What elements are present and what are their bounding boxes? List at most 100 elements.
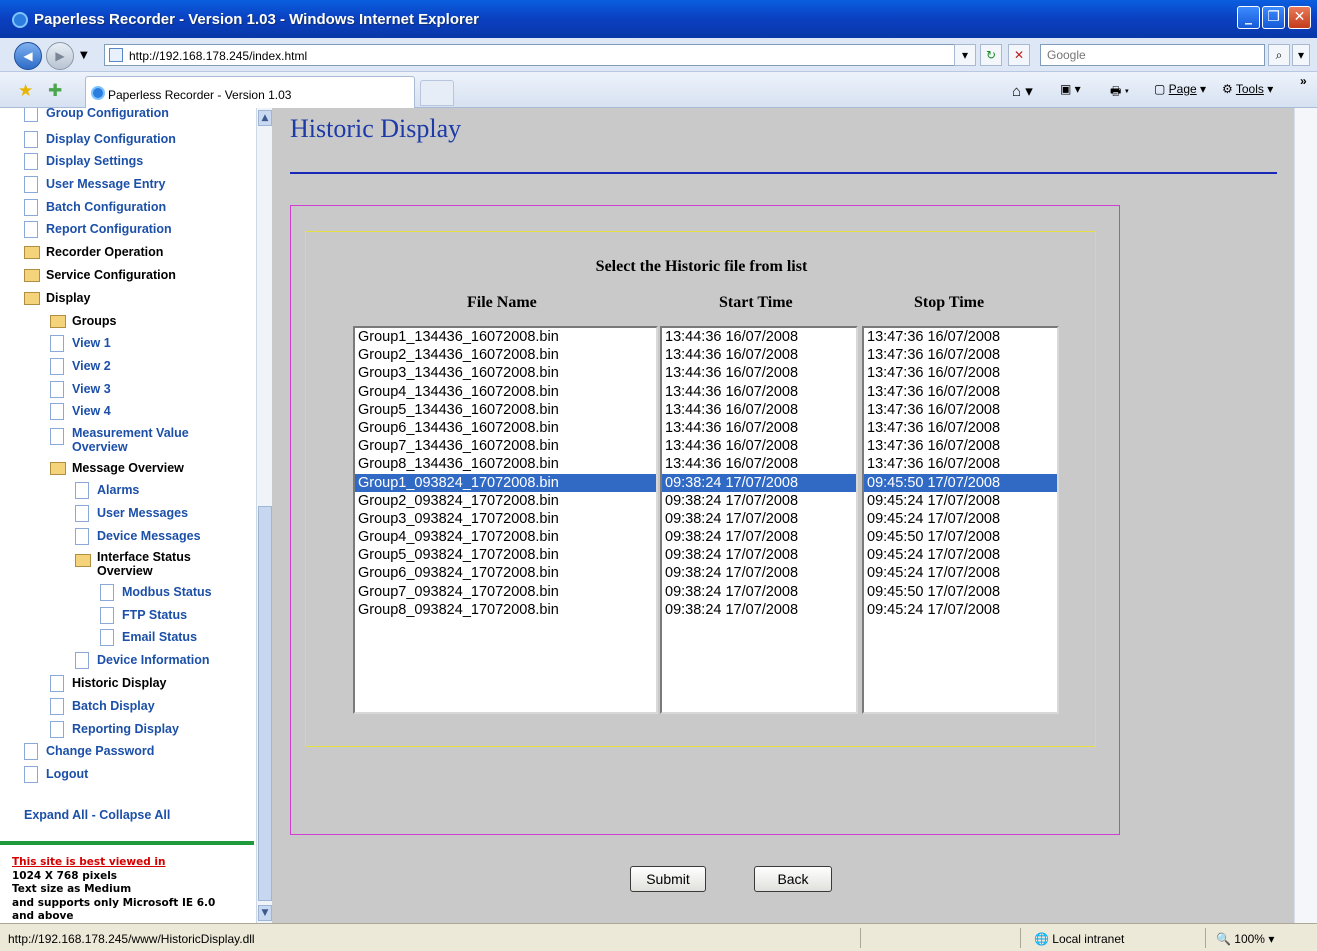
close-window-button[interactable]: ✕ [1288, 6, 1311, 29]
start-time-option[interactable]: 09:38:24 17/07/2008 [662, 510, 856, 528]
form-outer-frame: Select the Historic file from list File … [290, 205, 1120, 892]
start-time-option[interactable]: 13:44:36 16/07/2008 [662, 346, 856, 364]
maximize-button[interactable]: ❐ [1262, 6, 1285, 29]
nav-tree: Group Configuration Display Configuratio… [0, 108, 256, 923]
content-scrollbar[interactable] [1294, 108, 1317, 923]
start-time-option[interactable]: 13:44:36 16/07/2008 [662, 383, 856, 401]
file-option[interactable]: Group5_134436_16072008.bin [355, 401, 656, 419]
home-icon[interactable]: ⌂ ▾ [1012, 82, 1033, 100]
start-time-listbox[interactable]: 13:44:36 16/07/2008 13:44:36 16/07/2008 13… [660, 326, 858, 714]
tools-menu[interactable]: ⚙ Tools ▾ [1222, 82, 1273, 96]
document-icon [50, 721, 64, 738]
stop-time-option[interactable]: 09:45:24 17/07/2008 [864, 492, 1057, 510]
favorites-star-icon[interactable]: ★ [18, 81, 33, 101]
document-icon [50, 428, 64, 445]
file-option[interactable]: Group3_134436_16072008.bin [355, 364, 656, 382]
feeds-icon[interactable]: ▣ ▾ [1060, 82, 1081, 96]
start-time-option[interactable]: 13:44:36 16/07/2008 [662, 401, 856, 419]
chevron-more-icon[interactable]: » [1300, 74, 1307, 88]
expand-collapse-links[interactable]: Expand All - Collapse All [24, 808, 170, 822]
file-option[interactable]: Group7_134436_16072008.bin [355, 437, 656, 455]
file-name-listbox[interactable]: Group1_134436_16072008.bin Group2_134436_… [353, 326, 658, 714]
scroll-up-icon[interactable]: ▲ [258, 110, 272, 126]
file-option[interactable]: Group4_093824_17072008.bin [355, 528, 656, 546]
start-time-option[interactable]: 09:38:24 17/07/2008 [662, 601, 856, 619]
new-tab-button[interactable] [420, 80, 454, 106]
start-time-option[interactable]: 13:44:36 16/07/2008 [662, 419, 856, 437]
file-option[interactable]: Group7_093824_17072008.bin [355, 583, 656, 601]
stop-time-option[interactable]: 13:47:36 16/07/2008 [864, 401, 1057, 419]
stop-time-option[interactable]: 13:47:36 16/07/2008 [864, 455, 1057, 473]
status-separator [860, 928, 861, 948]
address-dropdown-icon[interactable]: ▾ [954, 44, 976, 66]
tree-item-label: Recorder Operation [46, 245, 164, 259]
file-option[interactable]: Group1_134436_16072008.bin [355, 328, 656, 346]
tree-item-measurement-overview[interactable]: Measurement Value Overview [50, 426, 210, 456]
start-time-option[interactable]: 13:44:36 16/07/2008 [662, 364, 856, 382]
page-menu[interactable]: ▢ Page ▾ [1154, 82, 1206, 96]
minimize-button[interactable]: _ [1237, 6, 1260, 29]
tree-item-interface-status[interactable]: Interface Status Overview [75, 550, 225, 580]
sidebar-scrollbar[interactable]: ▲ ▼ [256, 108, 272, 923]
start-time-option[interactable]: 09:38:24 17/07/2008 [662, 473, 856, 492]
stop-time-option[interactable]: 09:45:24 17/07/2008 [864, 546, 1057, 564]
forward-nav-button[interactable]: ▶ [46, 42, 74, 70]
tree-item-label: User Messages [97, 506, 189, 520]
back-nav-button[interactable]: ◀ [14, 42, 42, 70]
stop-time-option[interactable]: 13:47:36 16/07/2008 [864, 328, 1057, 346]
add-favorites-icon[interactable]: ✚ [48, 81, 62, 101]
file-option[interactable]: Group8_093824_17072008.bin [355, 601, 656, 619]
stop-time-option[interactable]: 13:47:36 16/07/2008 [864, 419, 1057, 437]
tab-active[interactable]: Paperless Recorder - Version 1.03 [85, 76, 415, 108]
start-time-option[interactable]: 09:38:24 17/07/2008 [662, 564, 856, 582]
document-icon [24, 766, 38, 783]
stop-time-option[interactable]: 13:47:36 16/07/2008 [864, 346, 1057, 364]
history-dropdown-icon[interactable]: ▼ [80, 50, 88, 61]
search-input[interactable] [1041, 45, 1264, 65]
stop-time-option[interactable]: 09:45:24 17/07/2008 [864, 564, 1057, 582]
stop-time-option[interactable]: 13:47:36 16/07/2008 [864, 437, 1057, 455]
file-option[interactable]: Group4_134436_16072008.bin [355, 383, 656, 401]
stop-time-option[interactable]: 13:47:36 16/07/2008 [864, 383, 1057, 401]
file-option[interactable]: Group1_093824_17072008.bin [355, 473, 656, 492]
start-time-option[interactable]: 13:44:36 16/07/2008 [662, 437, 856, 455]
tab-ie-icon [91, 86, 105, 100]
start-time-option[interactable]: 09:38:24 17/07/2008 [662, 528, 856, 546]
search-box[interactable] [1040, 44, 1265, 66]
stop-time-listbox[interactable]: 13:47:36 16/07/2008 13:47:36 16/07/2008 13… [862, 326, 1059, 714]
search-options-icon[interactable]: ▾ [1292, 44, 1310, 66]
address-bar[interactable]: http://192.168.178.245/index.html [104, 44, 974, 66]
file-option[interactable]: Group8_134436_16072008.bin [355, 455, 656, 473]
stop-time-option[interactable]: 09:45:24 17/07/2008 [864, 510, 1057, 528]
file-option[interactable]: Group2_093824_17072008.bin [355, 492, 656, 510]
start-time-option[interactable]: 09:38:24 17/07/2008 [662, 546, 856, 564]
print-icon[interactable]: 🖶 ▾ [1110, 82, 1129, 103]
zoom-control[interactable]: 🔍 100% ▾ [1216, 932, 1274, 946]
file-option[interactable]: Group2_134436_16072008.bin [355, 346, 656, 364]
start-time-option[interactable]: 09:38:24 17/07/2008 [662, 492, 856, 510]
note-link[interactable]: This site is best viewed in [12, 856, 215, 870]
scroll-down-icon[interactable]: ▼ [258, 905, 272, 921]
start-time-option[interactable]: 09:38:24 17/07/2008 [662, 583, 856, 601]
start-time-option[interactable]: 13:44:36 16/07/2008 [662, 328, 856, 346]
stop-time-option[interactable]: 09:45:24 17/07/2008 [864, 601, 1057, 619]
back-button[interactable]: Back [754, 866, 832, 892]
file-option[interactable]: Group6_134436_16072008.bin [355, 419, 656, 437]
file-option[interactable]: Group6_093824_17072008.bin [355, 564, 656, 582]
stop-icon[interactable]: ✕ [1008, 44, 1030, 66]
tree-item-label: Device Information [97, 653, 210, 667]
stop-time-option[interactable]: 09:45:50 17/07/2008 [864, 473, 1057, 492]
stop-time-option[interactable]: 09:45:50 17/07/2008 [864, 583, 1057, 601]
refresh-icon[interactable]: ↻ [980, 44, 1002, 66]
file-option[interactable]: Group3_093824_17072008.bin [355, 510, 656, 528]
stop-time-option[interactable]: 13:47:36 16/07/2008 [864, 364, 1057, 382]
folder-icon [50, 315, 66, 328]
start-time-option[interactable]: 13:44:36 16/07/2008 [662, 455, 856, 473]
file-option[interactable]: Group5_093824_17072008.bin [355, 546, 656, 564]
stop-time-option[interactable]: 09:45:50 17/07/2008 [864, 528, 1057, 546]
zone-indicator[interactable]: 🌐 Local intranet [1034, 932, 1124, 946]
search-icon[interactable]: ⌕ [1268, 44, 1290, 66]
scrollbar-thumb[interactable] [258, 506, 272, 901]
submit-button[interactable]: Submit [630, 866, 706, 892]
tree-item-label: Display Settings [46, 154, 144, 168]
